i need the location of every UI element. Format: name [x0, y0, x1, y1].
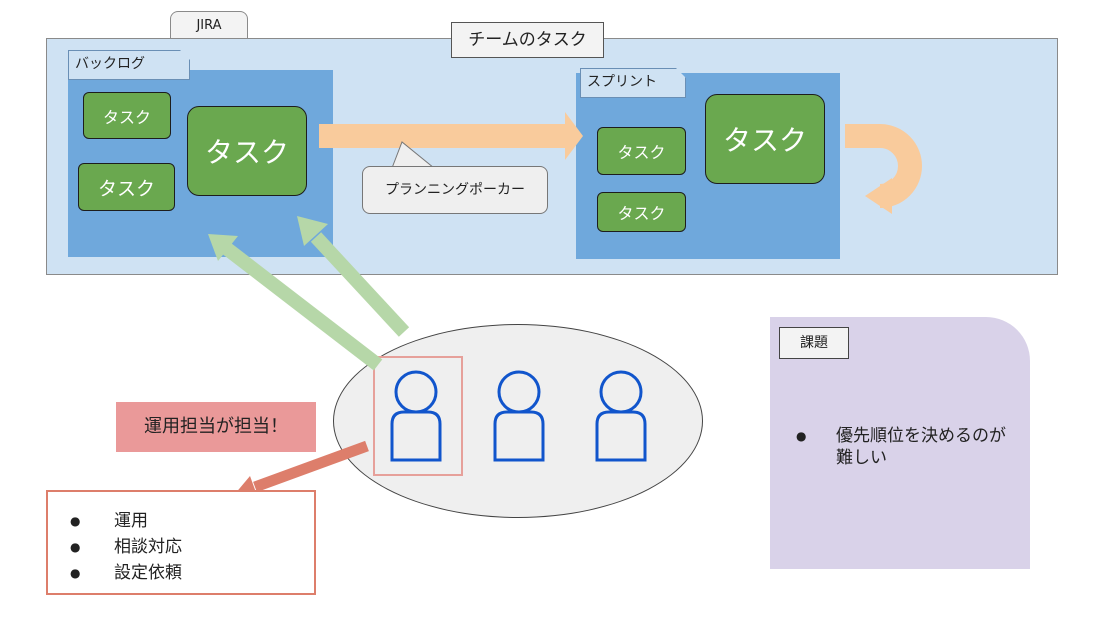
issues-title: 課題	[779, 327, 849, 359]
planning-poker-callout: プランニングポーカー	[362, 166, 548, 214]
assignment-label: 運用担当が担当！	[116, 402, 316, 452]
duties-box: 運用 相談対応 設定依頼	[46, 490, 316, 595]
person-icon	[493, 370, 545, 462]
issues-list: 優先順位を決めるのが難しい	[770, 425, 1030, 469]
backlog-arrow	[310, 232, 410, 337]
team-tasks-title: チームのタスク	[451, 22, 604, 58]
person-icon	[595, 370, 647, 462]
assign-arrow	[253, 440, 369, 493]
backlog-arrow	[221, 242, 383, 371]
sprint-loop-arrow	[845, 124, 922, 208]
duty-item: 設定依頼	[48, 560, 314, 586]
duties-list: 運用 相談対応 設定依頼	[48, 492, 314, 586]
duty-item: 相談対応	[48, 534, 314, 560]
issue-item: 優先順位を決めるのが難しい	[770, 425, 1030, 469]
person-icon	[390, 370, 442, 462]
flow-arrow	[319, 112, 583, 160]
duty-item: 運用	[48, 508, 314, 534]
sprint-loop-arrowhead	[865, 178, 892, 214]
